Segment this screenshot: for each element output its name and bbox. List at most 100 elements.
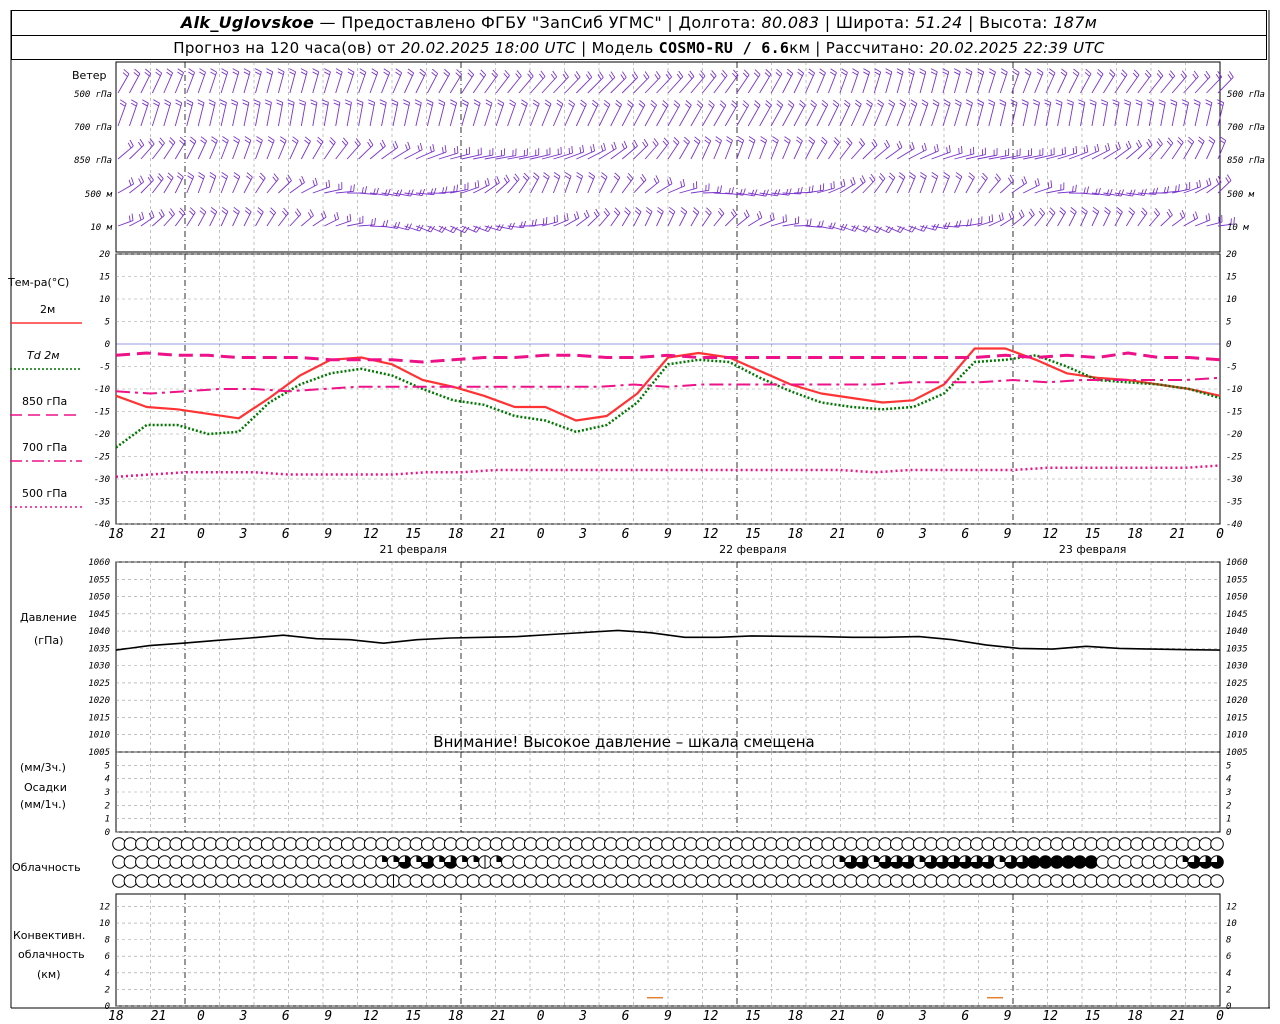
cloud-circle [1130, 837, 1144, 851]
wind-level-right: 500 гПа [1227, 90, 1265, 100]
meteogram-svg: Ветер 500 гПа 500 гПа 700 гПа 700 гПа 850 гП… [7, 10, 1270, 1024]
cloud-circle [1027, 837, 1041, 851]
wind-barb-flag [528, 70, 534, 77]
wind-barb-flag [754, 69, 761, 75]
precip-tick-left: 0 [105, 828, 110, 838]
wind-barb-flag [808, 68, 815, 74]
wind-barb-flag [1106, 189, 1110, 196]
wind-barb-flag [753, 103, 759, 109]
wind-barb [1194, 219, 1211, 227]
pres-tick-right: 1055 [1226, 575, 1248, 585]
precip-tick-right: 3 [1225, 788, 1231, 798]
pres-tick-right: 1015 [1226, 713, 1248, 723]
cloud-circle [592, 855, 607, 869]
wind-barb-flag [312, 68, 319, 73]
conv-tick-right: 8 [1226, 936, 1231, 946]
wind-barb-flag [347, 71, 354, 76]
wind-barb-flag [693, 207, 700, 213]
wind-barb-flag [1083, 147, 1086, 154]
cloud-circle [1072, 874, 1087, 888]
wind-barb-flag [175, 99, 182, 104]
wind-barb-flag [869, 176, 874, 183]
wind-barb [679, 104, 692, 127]
wind-barb [885, 71, 893, 94]
cloud-circle [809, 874, 824, 888]
cloud-circle [1141, 874, 1156, 888]
cloud-circle [729, 874, 744, 888]
wind-barb-flag [1021, 102, 1028, 106]
wind-barb-flag [982, 172, 988, 179]
wind-barb-flag [361, 187, 364, 194]
wind-barb-flag [1092, 210, 1098, 215]
wind-barb [277, 71, 285, 94]
wind-barb-flag [843, 103, 850, 108]
wind-barb-flag [199, 71, 205, 76]
wind-barb-flag [233, 175, 239, 180]
wind-barb [1022, 72, 1032, 94]
wind-barb-flag [774, 189, 778, 196]
cloud-circle [1187, 837, 1201, 851]
cloud-circle [135, 874, 149, 888]
wind-barb-flag [592, 143, 596, 152]
x-hour-label: 18 [788, 1009, 804, 1024]
wind-barb-flag [573, 213, 577, 220]
wind-barb [266, 71, 274, 94]
wind-barb-flag [833, 99, 840, 105]
cloud-circle [855, 874, 870, 888]
wind-barb-flag [624, 210, 630, 216]
wind-barb-flag [335, 71, 342, 76]
x-hour-label: 9 [324, 1009, 332, 1024]
cloud-circle [340, 855, 355, 869]
wind-barb-flag [552, 70, 558, 78]
cloud-circle [626, 874, 641, 888]
wind-barb [576, 76, 593, 94]
conv-tick-left: 8 [105, 936, 110, 946]
precip-tick-left: 5 [105, 761, 110, 771]
temp-tick-right: 15 [1226, 273, 1237, 283]
wind-barb-flag [593, 211, 598, 218]
wind-barb-flag [256, 210, 263, 215]
wind-barb [1171, 76, 1187, 94]
wind-barb-flag [711, 70, 717, 77]
wind-barb-flag [954, 102, 961, 107]
wind-barb-flag [860, 138, 865, 145]
wind-barb [232, 211, 240, 227]
cloud-circle [970, 837, 984, 851]
cloud-circle [535, 855, 549, 869]
wind-barb-flag [417, 145, 420, 152]
conv-tick-left: 12 [99, 902, 110, 912]
cloud-circle [1175, 837, 1190, 851]
wind-barb [1160, 214, 1173, 227]
x-hour-label: 18 [448, 1009, 464, 1024]
wind-barb-flag [933, 146, 937, 153]
wind-barb-flag [1147, 102, 1154, 106]
cloud-circle [798, 874, 813, 888]
wind-barb [312, 216, 327, 227]
x-hour-label: 18 [448, 527, 464, 542]
wind-barb-flag [426, 102, 433, 107]
wind-barb-flag [177, 68, 184, 73]
wind-barb-flag [590, 146, 593, 153]
wind-barb-flag [418, 189, 422, 196]
wind-barb-flag [661, 103, 668, 108]
wind-barb [850, 72, 859, 94]
wind-barb-flag [244, 136, 252, 141]
wind-barb-flag [164, 99, 171, 104]
wind-barb-flag [765, 69, 772, 75]
cloud-circle [340, 837, 355, 851]
wind-barb-flag [706, 207, 712, 214]
cloud-circle [1198, 837, 1213, 851]
wind-barb-flag [1156, 73, 1162, 79]
wind-barb-flag [885, 68, 893, 73]
legend-label: 2м [40, 303, 55, 316]
wind-barb-flag [325, 181, 328, 188]
wind-barb-flag [821, 103, 827, 108]
wind-barb-flag [304, 139, 310, 145]
wind-barb-flag [1085, 68, 1092, 75]
temp-tick-left: -30 [94, 475, 110, 485]
cloud-circle [1141, 855, 1156, 869]
wind-barb-flag [521, 102, 527, 107]
wind-barb-flag [710, 73, 715, 79]
wind-barb-flag [391, 99, 399, 103]
cloud-circle [695, 855, 710, 869]
